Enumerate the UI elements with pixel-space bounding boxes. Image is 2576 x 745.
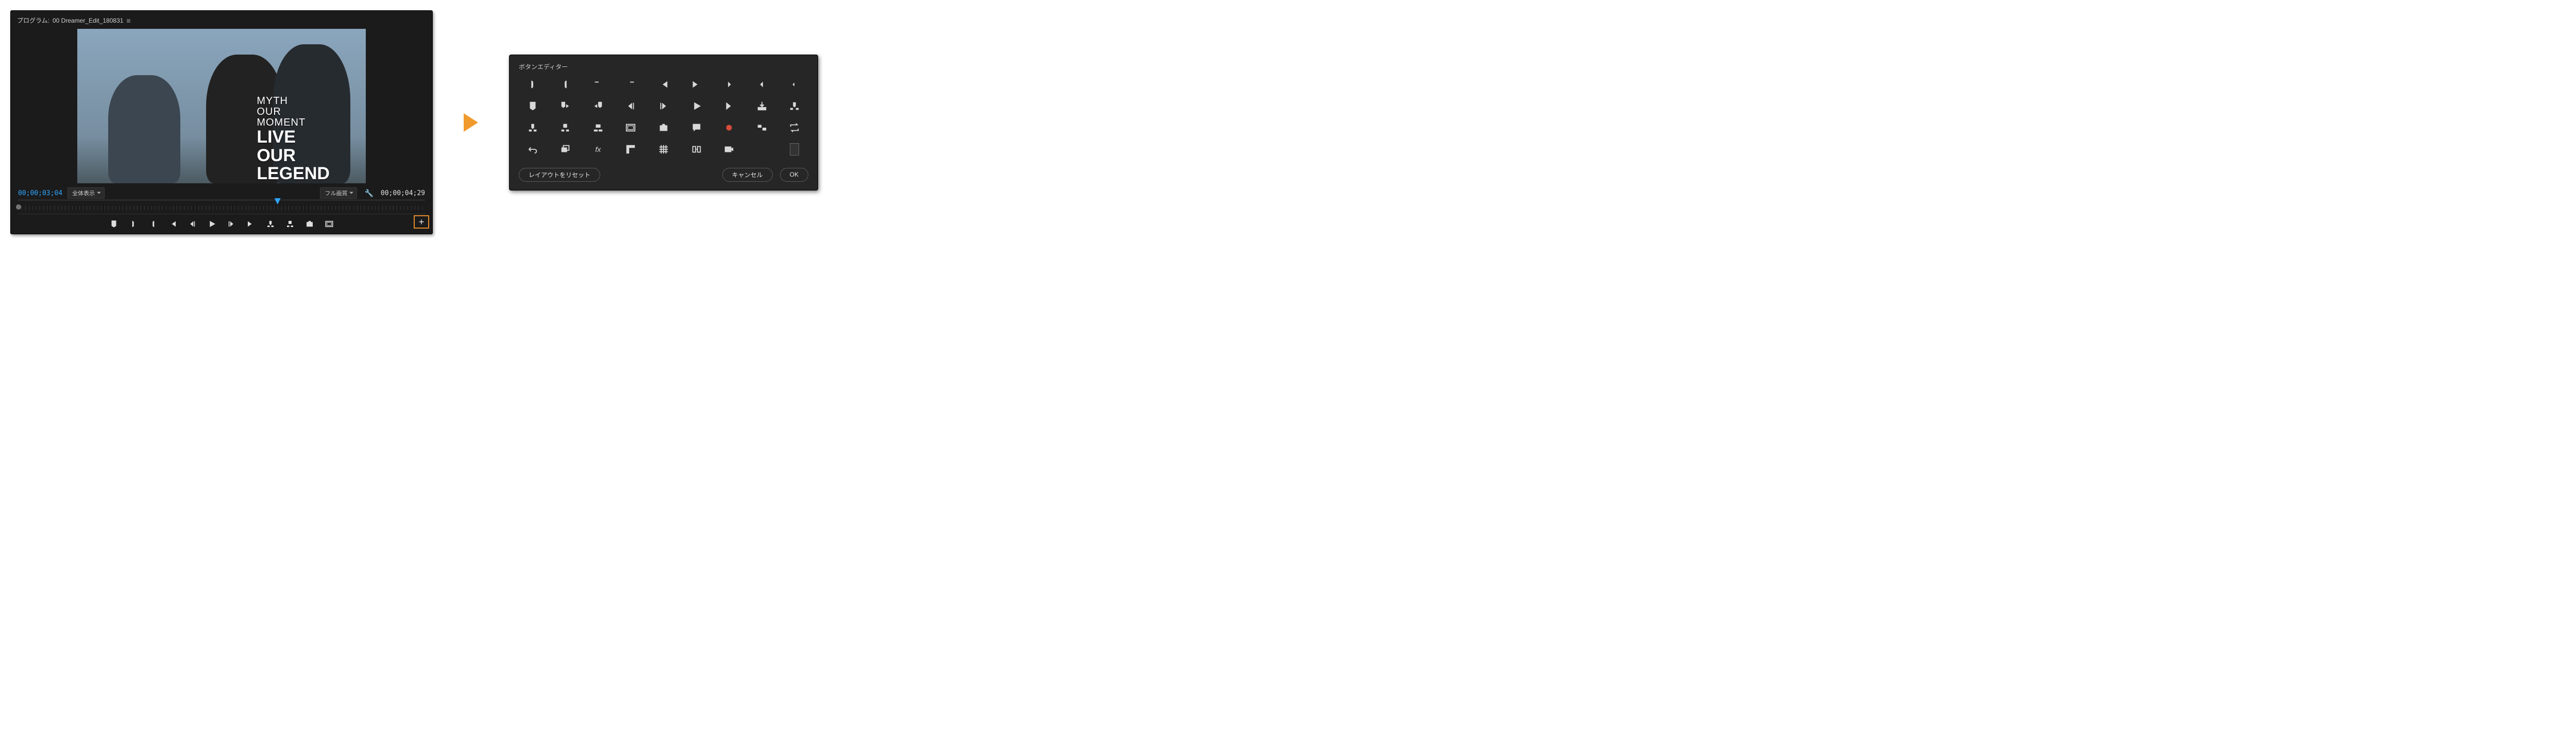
play-icon[interactable] xyxy=(689,100,704,112)
program-ruler[interactable] xyxy=(18,200,425,214)
add-marker-icon[interactable] xyxy=(109,219,118,229)
overlay-line: OUR xyxy=(257,107,330,117)
proxy-toggle-icon[interactable] xyxy=(754,122,770,134)
program-title-prefix: プログラム: xyxy=(17,16,49,25)
extract-icon[interactable] xyxy=(285,219,295,229)
settings-wrench-icon[interactable]: 🔧 xyxy=(364,189,373,198)
record-icon[interactable] xyxy=(721,122,737,134)
add-marker-icon[interactable] xyxy=(525,100,540,112)
ruler-ticks xyxy=(18,200,425,214)
step-forward-icon[interactable] xyxy=(227,219,236,229)
comment-icon[interactable] xyxy=(689,122,704,134)
flow-arrow-icon xyxy=(464,113,478,132)
grid-snap-icon[interactable] xyxy=(656,143,671,155)
play-around-icon[interactable] xyxy=(787,78,802,91)
lift-icon[interactable] xyxy=(266,219,275,229)
current-timecode[interactable]: 00;00;03;04 xyxy=(18,189,62,197)
export-clip-icon[interactable] xyxy=(754,100,770,112)
export-frame-icon[interactable] xyxy=(656,122,671,134)
cancel-button[interactable]: キャンセル xyxy=(722,168,773,182)
viewer-frame: MYTH OUR MOMENT LIVE OUR LEGEND xyxy=(77,29,366,183)
go-to-in-icon[interactable] xyxy=(656,78,671,91)
prev-marker-icon[interactable] xyxy=(590,100,606,112)
overwrite-icon[interactable] xyxy=(590,122,606,134)
mark-in-icon[interactable] xyxy=(525,78,540,91)
overlay-line-big: LEGEND xyxy=(257,165,330,183)
monitor-info-row: 00;00;03;04 全体表示 フル画質 🔧 00;00;04;29 xyxy=(14,183,429,200)
program-viewer[interactable]: MYTH OUR MOMENT LIVE OUR LEGEND xyxy=(14,29,429,183)
clear-in-icon[interactable] xyxy=(590,78,606,91)
safe-margins-icon[interactable] xyxy=(325,219,334,229)
next-marker-icon[interactable] xyxy=(557,100,573,112)
extract-icon[interactable] xyxy=(557,122,573,134)
program-monitor: プログラム: 00 Dreamer_Edit_180831 ≡ MYTH OUR… xyxy=(10,10,433,234)
play-icon[interactable] xyxy=(207,219,216,229)
spacer xyxy=(754,143,770,155)
mark-in-icon[interactable] xyxy=(129,219,138,229)
button-editor-open[interactable]: + xyxy=(414,215,429,229)
step-forward-icon[interactable] xyxy=(656,100,671,112)
mark-out-icon[interactable] xyxy=(148,219,158,229)
overlay-line-big: LIVE xyxy=(257,128,330,147)
go-next-edit-icon[interactable] xyxy=(721,78,737,91)
button-editor-grid: fx xyxy=(519,78,808,155)
undo-icon[interactable] xyxy=(525,143,540,155)
video-text-overlay: MYTH OUR MOMENT LIVE OUR LEGEND xyxy=(257,96,330,183)
program-sequence-name: 00 Dreamer_Edit_180831 xyxy=(53,17,123,24)
button-editor-footer: レイアウトをリセット キャンセル OK xyxy=(519,168,808,182)
play-in-to-out-icon[interactable] xyxy=(721,100,737,112)
fx-icon[interactable]: fx xyxy=(590,143,606,155)
button-editor-title: ボタンエディター xyxy=(519,62,808,71)
clear-out-icon[interactable] xyxy=(623,78,638,91)
empty-slot[interactable] xyxy=(787,143,802,155)
insert-clip-icon[interactable] xyxy=(787,100,802,112)
vr-video-icon[interactable] xyxy=(721,143,737,155)
safe-margins-icon[interactable] xyxy=(623,122,638,134)
comparison-icon[interactable] xyxy=(689,143,704,155)
silhouette xyxy=(108,75,180,183)
overlay-line-big: OUR xyxy=(257,147,330,165)
step-back-icon[interactable] xyxy=(623,100,638,112)
transport-bar: + xyxy=(14,214,429,229)
step-back-icon[interactable] xyxy=(188,219,197,229)
loop-icon[interactable] xyxy=(787,122,802,134)
lift-icon[interactable] xyxy=(525,122,540,134)
duration-timecode: 00;00;04;29 xyxy=(381,189,425,197)
mark-out-icon[interactable] xyxy=(557,78,573,91)
quality-dropdown[interactable]: フル画質 xyxy=(320,187,357,199)
go-to-out-icon[interactable] xyxy=(689,78,704,91)
overlay-line: MOMENT xyxy=(257,117,330,128)
overlay-line: MYTH xyxy=(257,96,330,107)
button-editor-panel: ボタンエディター fx xyxy=(509,55,818,190)
multicam-icon[interactable] xyxy=(557,143,573,155)
ruler-icon[interactable] xyxy=(623,143,638,155)
zoom-dropdown[interactable]: 全体表示 xyxy=(67,187,105,199)
go-prev-edit-icon[interactable] xyxy=(754,78,770,91)
panel-menu-icon[interactable]: ≡ xyxy=(126,16,130,25)
export-frame-icon[interactable] xyxy=(305,219,314,229)
program-titlebar: プログラム: 00 Dreamer_Edit_180831 ≡ xyxy=(14,14,429,29)
ok-button[interactable]: OK xyxy=(780,168,808,182)
go-to-out-icon[interactable] xyxy=(246,219,256,229)
reset-layout-button[interactable]: レイアウトをリセット xyxy=(519,168,600,182)
go-to-in-icon[interactable] xyxy=(168,219,177,229)
